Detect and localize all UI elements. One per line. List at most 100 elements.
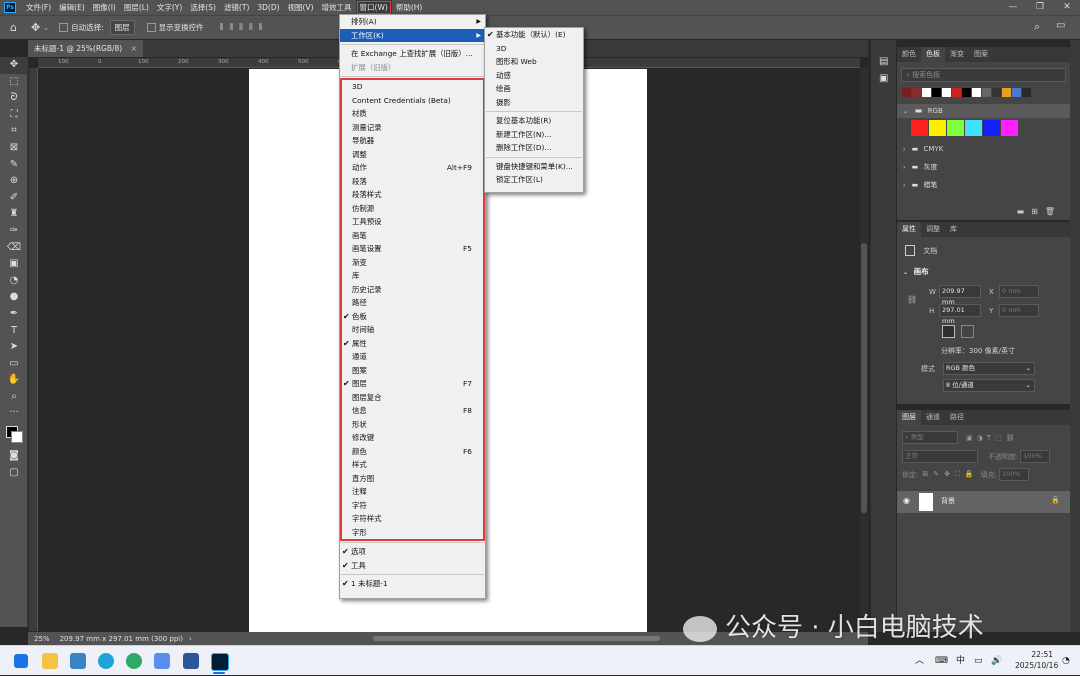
y-field[interactable]: 0 mm bbox=[999, 304, 1039, 317]
opacity-field[interactable]: 100% bbox=[1020, 450, 1051, 463]
landscape-orientation-icon[interactable] bbox=[960, 325, 974, 338]
menu-item-lock-workspace[interactable]: 锁定工作区(L) bbox=[485, 173, 583, 187]
menu-item-panel[interactable]: 时间轴 bbox=[341, 323, 484, 337]
menu-item-workspace-preset[interactable]: 图形和 Web bbox=[485, 55, 583, 69]
document-tab[interactable]: 未标题-1 @ 25%(RGB/8) × bbox=[28, 40, 143, 57]
menu-item-delete-workspace[interactable]: 删除工作区(D)... bbox=[485, 141, 583, 155]
zoom-tool-icon[interactable]: ⌕ bbox=[0, 389, 28, 406]
menu-filter[interactable]: 滤镜(T) bbox=[220, 0, 253, 15]
menu-item-panel[interactable]: ✔ 图层 F7 bbox=[341, 377, 484, 391]
auto-select-checkbox[interactable] bbox=[59, 23, 69, 32]
frame-tool-icon[interactable]: ⊠ bbox=[0, 140, 28, 157]
input-language[interactable]: 中 bbox=[956, 646, 965, 676]
menu-item-panel[interactable]: 材质 bbox=[341, 107, 484, 121]
align-icons[interactable]: ⫴⫴⫴⫴⫴ bbox=[220, 23, 269, 33]
auto-select-dropdown[interactable]: 图层 bbox=[109, 20, 135, 35]
color-swatch[interactable] bbox=[947, 120, 964, 136]
color-swatch[interactable] bbox=[1022, 88, 1031, 97]
color-swatch[interactable] bbox=[983, 120, 1000, 136]
screen-mode-icon[interactable]: ▢ bbox=[0, 465, 28, 482]
menu-item-reset-workspace[interactable]: 复位基本功能(R) bbox=[485, 114, 583, 128]
photos-icon[interactable] bbox=[70, 653, 86, 669]
color-swatch[interactable] bbox=[911, 120, 928, 136]
browser-icon[interactable] bbox=[126, 653, 142, 669]
menu-item-workspace-preset[interactable]: 3D bbox=[485, 42, 583, 56]
crop-tool-icon[interactable]: ⌗ bbox=[0, 123, 28, 140]
history-panel-icon[interactable]: ▤ bbox=[879, 56, 896, 67]
notification-icon[interactable]: ◔ bbox=[1062, 646, 1070, 676]
color-swatch[interactable] bbox=[952, 88, 961, 97]
color-swatch[interactable] bbox=[912, 88, 921, 97]
minimize-button[interactable]: — bbox=[1000, 0, 1026, 15]
menu-item-panel[interactable]: 历史记录 bbox=[341, 283, 484, 297]
background-color-swatch[interactable] bbox=[11, 431, 23, 444]
color-swatch[interactable] bbox=[982, 88, 991, 97]
restore-button[interactable]: ❐ bbox=[1027, 0, 1053, 15]
canvas-section-header[interactable]: ⌄ 画布 bbox=[903, 266, 1070, 277]
comments-panel-icon[interactable]: ▣ bbox=[879, 73, 896, 84]
menu-type[interactable]: 文字(Y) bbox=[153, 0, 186, 15]
menu-item-panel[interactable]: 图层复合 bbox=[341, 391, 484, 405]
menu-item-workspace-preset[interactable]: ✔ 基本功能（默认）(E) bbox=[485, 28, 583, 42]
color-swatch[interactable] bbox=[902, 88, 911, 97]
history-brush-tool-icon[interactable]: ✑ bbox=[0, 223, 28, 240]
fill-field[interactable]: 100% bbox=[998, 468, 1029, 481]
home-icon[interactable]: ⌂ bbox=[10, 21, 17, 34]
tab-gradients[interactable]: 渐变 bbox=[945, 47, 969, 62]
menu-item-panel[interactable]: Content Credentials (Beta) bbox=[341, 94, 484, 108]
swatch-group-cmyk[interactable]: › ▬ CMYK bbox=[897, 140, 1070, 158]
menu-item-panel[interactable]: 导航器 bbox=[341, 134, 484, 148]
gradient-tool-icon[interactable]: ▣ bbox=[0, 256, 28, 273]
menu-item-panel[interactable]: 字符样式 bbox=[341, 512, 484, 526]
menu-3d[interactable]: 3D(D) bbox=[253, 0, 283, 15]
color-swatch[interactable] bbox=[972, 88, 981, 97]
vertical-scrollbar[interactable] bbox=[860, 68, 868, 633]
lock-icons[interactable]: ⊞✎✥⛶🔒 bbox=[922, 470, 978, 479]
search-icon[interactable]: ⌕ bbox=[1034, 20, 1040, 34]
menu-item-panel[interactable]: 字形 bbox=[341, 526, 484, 540]
link-icon[interactable]: ⛓ bbox=[907, 295, 917, 304]
tab-layers[interactable]: 图层 bbox=[897, 410, 921, 425]
menu-item-panel[interactable]: 图案 bbox=[341, 364, 484, 378]
type-tool-icon[interactable]: T bbox=[0, 323, 28, 340]
more-tools-icon[interactable]: ··· bbox=[0, 405, 28, 422]
swatch-group-grayscale[interactable]: › ▬ 灰度 bbox=[897, 158, 1070, 176]
object-select-tool-icon[interactable]: ⛶ bbox=[0, 107, 28, 124]
menu-item-panel[interactable]: 画笔 bbox=[341, 229, 484, 243]
menu-item-exchange[interactable]: 在 Exchange 上查找扩展（旧版）... bbox=[340, 47, 485, 61]
menu-item-panel[interactable]: 路径 bbox=[341, 296, 484, 310]
color-swatch[interactable] bbox=[962, 88, 971, 97]
tray-chevron-icon[interactable]: ︿ bbox=[915, 646, 924, 676]
color-swatch[interactable] bbox=[922, 88, 931, 97]
menu-item-new-workspace[interactable]: 新建工作区(N)... bbox=[485, 128, 583, 142]
menu-item-panel[interactable]: 画笔设置 F5 bbox=[341, 242, 484, 256]
menu-item-panel[interactable]: 信息 F8 bbox=[341, 404, 484, 418]
eyedropper-tool-icon[interactable]: ✎ bbox=[0, 157, 28, 174]
tab-properties[interactable]: 属性 bbox=[897, 222, 921, 237]
pen-tool-icon[interactable]: ✒ bbox=[0, 306, 28, 323]
layer-name[interactable]: 背景 bbox=[941, 496, 955, 506]
menu-item-panel[interactable]: 修改键 bbox=[341, 431, 484, 445]
swatch-footer-icons[interactable]: ▬⊞🗑 bbox=[1017, 207, 1062, 216]
menu-view[interactable]: 视图(V) bbox=[284, 0, 318, 15]
menu-item-panel[interactable]: 形状 bbox=[341, 418, 484, 432]
color-swatch[interactable] bbox=[1001, 120, 1018, 136]
color-swatch[interactable] bbox=[992, 88, 1001, 97]
file-explorer-icon[interactable] bbox=[42, 653, 58, 669]
width-field[interactable]: 209.97 mm bbox=[939, 285, 981, 306]
close-tab-icon[interactable]: × bbox=[131, 44, 137, 53]
photoshop-taskbar-icon[interactable] bbox=[211, 653, 229, 671]
menu-plugins[interactable]: 增效工具 bbox=[318, 0, 356, 15]
color-picker[interactable] bbox=[0, 422, 28, 448]
marquee-tool-icon[interactable]: ⬚ bbox=[0, 74, 28, 91]
edge-icon[interactable] bbox=[98, 653, 114, 669]
menu-help[interactable]: 帮助(H) bbox=[392, 0, 427, 15]
show-transform-checkbox[interactable] bbox=[146, 23, 156, 32]
brush-tool-icon[interactable]: ✐ bbox=[0, 190, 28, 207]
menu-item-panel[interactable]: 工具预设 bbox=[341, 215, 484, 229]
depth-dropdown[interactable]: 8 位/通道 ⌄ bbox=[943, 379, 1035, 392]
blend-mode-dropdown[interactable]: 正常 bbox=[902, 450, 978, 463]
windows-start-icon[interactable] bbox=[14, 654, 28, 668]
status-arrow-icon[interactable]: › bbox=[189, 635, 192, 643]
menu-item-document[interactable]: ✔ 1 未标题-1 bbox=[340, 577, 485, 591]
